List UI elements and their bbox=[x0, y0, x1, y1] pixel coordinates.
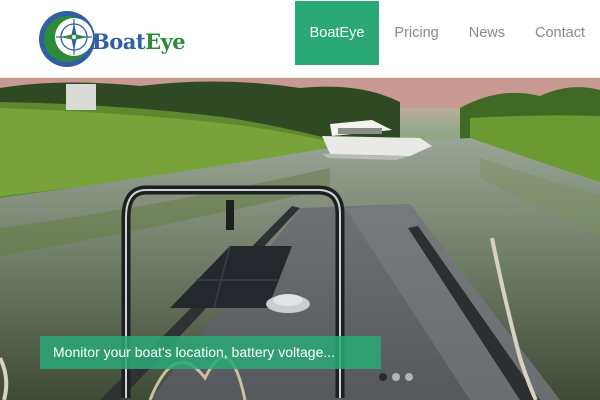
nav-item-news[interactable]: News bbox=[454, 1, 520, 65]
hero-caption: Monitor your boat's location, battery vo… bbox=[40, 336, 381, 369]
brand-logo[interactable]: BoatEye bbox=[36, 9, 206, 69]
main-nav: BoatEye Pricing News Contact bbox=[294, 0, 600, 66]
carousel-dot-2[interactable] bbox=[392, 373, 400, 381]
compass-logo-icon bbox=[39, 11, 95, 67]
carousel-dot-3[interactable] bbox=[405, 373, 413, 381]
nav-item-contact[interactable]: Contact bbox=[520, 1, 600, 65]
carousel-pagination bbox=[379, 373, 413, 381]
carousel-dot-1[interactable] bbox=[379, 373, 387, 381]
nav-item-boateye[interactable]: BoatEye bbox=[294, 1, 380, 65]
brand-name-part2: Eye bbox=[145, 28, 186, 54]
brand-name-part1: Boat bbox=[92, 28, 146, 54]
site-header: BoatEye BoatEye Pricing News Contact bbox=[0, 0, 600, 78]
brand-wordmark: BoatEye bbox=[92, 28, 186, 54]
nav-item-pricing[interactable]: Pricing bbox=[379, 1, 453, 65]
hero-carousel[interactable]: Monitor your boat's location, battery vo… bbox=[0, 78, 600, 400]
